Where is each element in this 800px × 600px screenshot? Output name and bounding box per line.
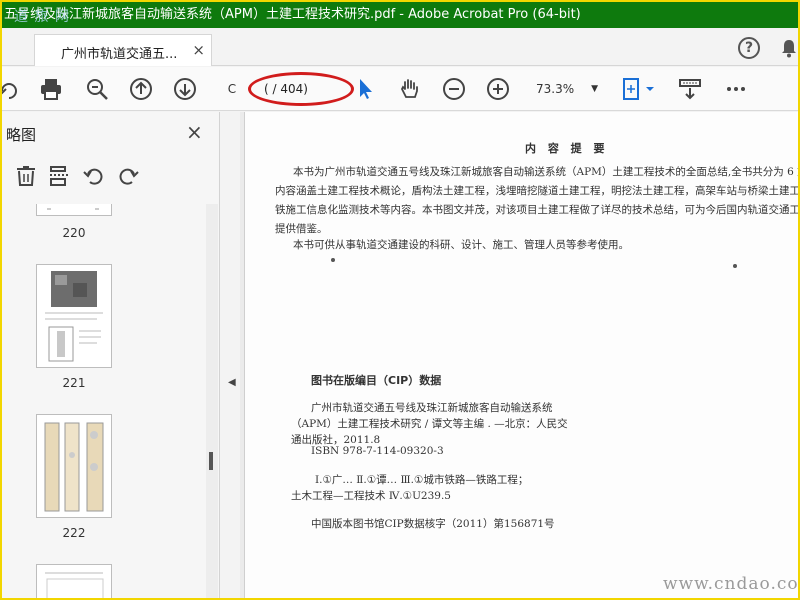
document-view[interactable]: 内 容 提 要 本书为广州市轨道交通五号线及珠江新城旅客自动输送系统（APM）土…: [240, 112, 798, 598]
delete-icon[interactable]: [14, 164, 38, 188]
watermark-logo: 道 旅 网: [14, 9, 70, 25]
rotate-cw-icon[interactable]: [116, 164, 140, 188]
window-title: 五号线及珠江新城旅客自动输送系统（APM）土建工程技术研究.pdf - Adob…: [4, 7, 581, 22]
cip-isbn: ISBN 978-7-114-09320-3: [311, 445, 444, 457]
extract-pages-icon[interactable]: [48, 164, 72, 188]
scroll-mode-icon[interactable]: [678, 77, 702, 101]
zoom-out-icon[interactable]: [442, 77, 466, 101]
cip-line: 中国版本图书馆CIP数据核字（2011）第156871号: [311, 518, 555, 530]
tab-bar: 广州市轨道交通五... ×: [2, 28, 798, 66]
document-tab[interactable]: 广州市轨道交通五... ×: [34, 34, 212, 66]
page-thumbnails-panel: 略图 × 220 221 222: [2, 112, 220, 598]
select-arrow-icon[interactable]: [354, 77, 378, 101]
title-bar: 五号线及珠江新城旅客自动输送系统（APM）土建工程技术研究.pdf - Adob…: [2, 2, 798, 28]
help-icon[interactable]: ?: [738, 37, 760, 59]
zoom-dropdown[interactable]: 73.3% ▼: [530, 77, 600, 101]
hand-tool-icon[interactable]: [398, 77, 422, 101]
pdf-page: 内 容 提 要 本书为广州市轨道交通五号线及珠江新城旅客自动输送系统（APM）土…: [244, 112, 798, 598]
panel-title: 略图: [6, 126, 37, 144]
annotation-circle: [248, 72, 354, 106]
close-panel-icon[interactable]: ×: [186, 120, 203, 144]
thumbnail-list: 220 221 222: [2, 204, 206, 598]
thumbnail-scrollbar[interactable]: [206, 204, 218, 598]
summary-line: 本书为广州市轨道交通五号线及珠江新城旅客自动输送系统（APM）土建工程技术的全面…: [293, 166, 798, 178]
close-tab-icon[interactable]: ×: [192, 41, 205, 59]
summary-heading: 内 容 提 要: [525, 142, 609, 155]
thumbnail-page[interactable]: [36, 204, 112, 216]
summary-line: 铁施工信息化监测技术等内容。本书图文并茂，对该项目土建工程做了详尽的技术总结，可…: [275, 204, 798, 216]
cip-line: （APM）土建工程技术研究 / 谭文等主编 . —北京：人民交: [291, 418, 568, 430]
scan-speck: [331, 258, 335, 262]
thumbnail-page[interactable]: [36, 414, 112, 518]
cip-heading: 图书在版编目（CIP）数据: [311, 374, 442, 387]
rotate-icon[interactable]: [2, 77, 20, 101]
summary-line: 本书可供从事轨道交通建设的科研、设计、施工、管理人员等参考使用。: [293, 239, 629, 251]
site-watermark: www.cndao.com: [663, 574, 798, 594]
acrobat-window: 五号线及珠江新城旅客自动输送系统（APM）土建工程技术研究.pdf - Adob…: [2, 2, 798, 598]
print-icon[interactable]: [39, 77, 63, 101]
more-options-icon[interactable]: [724, 77, 748, 101]
document-tab-label: 广州市轨道交通五...: [61, 47, 178, 62]
collapse-panel-icon[interactable]: ◀: [228, 377, 236, 388]
cip-line: 广州市轨道交通五号线及珠江新城旅客自动输送系统: [311, 402, 553, 414]
thumbnail-page-number: 220: [62, 226, 86, 240]
page-number-input[interactable]: C: [214, 77, 250, 101]
zoom-search-icon[interactable]: [85, 77, 109, 101]
next-page-icon[interactable]: [173, 77, 197, 101]
zoom-in-icon[interactable]: [486, 77, 510, 101]
thumbnail-page[interactable]: [36, 564, 112, 598]
summary-line: 内容涵盖土建工程技术概论，盾构法土建工程，浅埋暗挖隧道土建工程，明挖法土建工程，…: [275, 185, 798, 197]
zoom-value: 73.3%: [536, 82, 575, 96]
cip-line: Ⅰ.①广… Ⅱ.①谭… Ⅲ.①城市铁路—铁路工程；: [315, 474, 529, 486]
summary-line: 提供借鉴。: [275, 223, 328, 235]
thumbnail-page-number: 222: [62, 526, 86, 540]
chevron-down-icon: ▼: [591, 84, 598, 94]
thumbnail-page-number: 221: [62, 376, 86, 390]
cip-line: 土木工程—工程技术 Ⅳ.①U239.5: [291, 490, 451, 502]
rotate-ccw-icon[interactable]: [82, 164, 106, 188]
fit-page-icon[interactable]: [622, 77, 656, 101]
scrollbar-thumb[interactable]: [209, 452, 213, 470]
scan-speck: [733, 264, 737, 268]
main-toolbar: C ( / 404) 73.3% ▼: [2, 67, 798, 111]
previous-page-icon[interactable]: [129, 77, 153, 101]
thumbnail-page[interactable]: [36, 264, 112, 368]
notification-icon[interactable]: [780, 38, 798, 58]
